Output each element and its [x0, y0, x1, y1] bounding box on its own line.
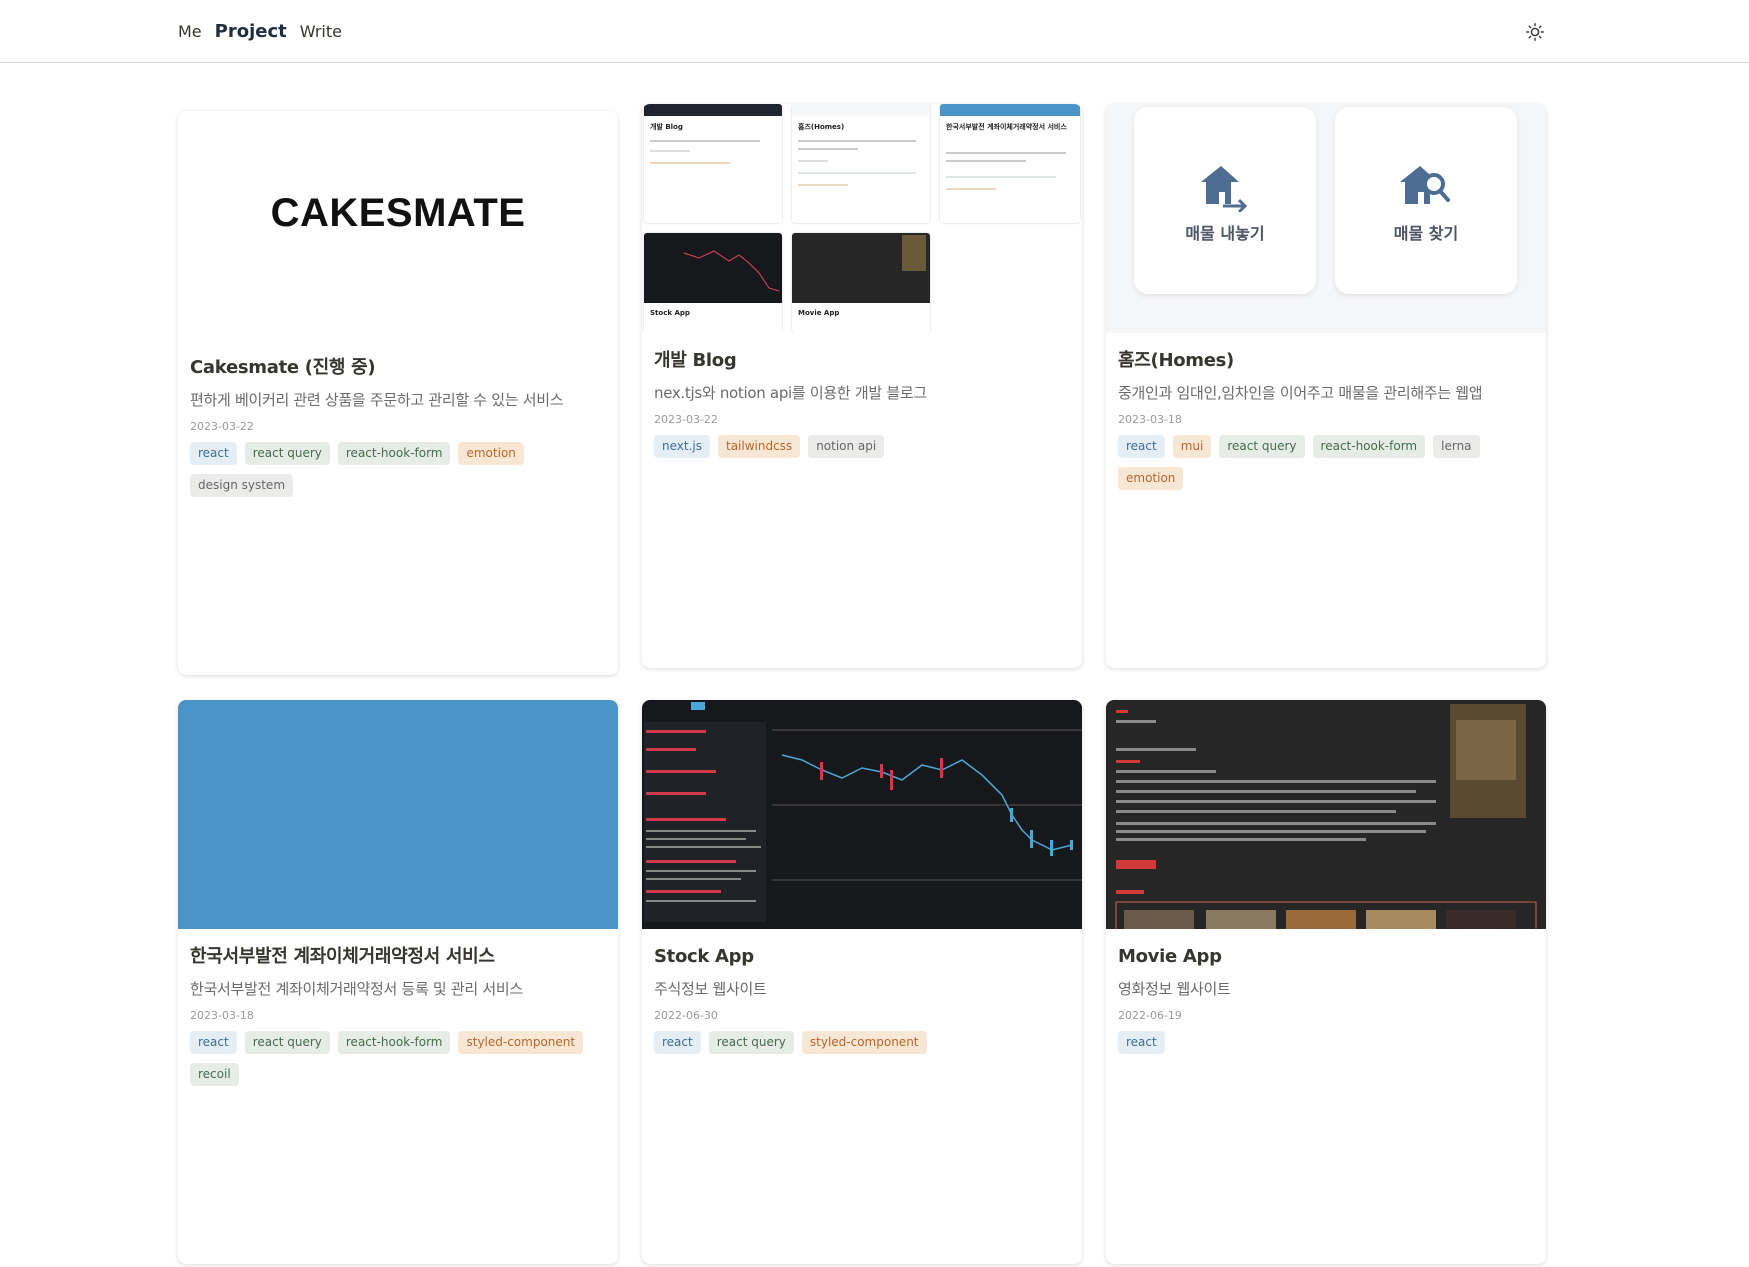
- project-description: nex.tjs와 notion api를 이용한 개발 블로그: [654, 384, 927, 402]
- project-tags: react: [1118, 1031, 1538, 1063]
- project-title[interactable]: Movie App: [1118, 944, 1538, 970]
- collage-card-stock: Stock App: [644, 233, 782, 333]
- project-thumbnail: [178, 700, 618, 929]
- stock-chart-preview: [644, 702, 1082, 922]
- homes-sell-tile: 매물 내놓기: [1134, 107, 1316, 294]
- tag-badge[interactable]: react: [190, 1031, 237, 1054]
- project-thumbnail: [642, 700, 1082, 929]
- project-thumbnail: CAKESMATE: [178, 111, 618, 340]
- project-thumbnail: [1106, 700, 1546, 929]
- tag-badge[interactable]: react query: [708, 1031, 794, 1054]
- collage-card-wp: 한국서부발전 계좌이체거래약정서 서비스: [940, 104, 1080, 223]
- project-tags: react react query styled-component: [654, 1031, 1074, 1063]
- tag-badge[interactable]: react query: [244, 442, 330, 465]
- project-date: 2023-03-22: [190, 420, 254, 433]
- project-card-blog[interactable]: 개발 Blog 홈즈(Homes) 한국서부발전 계좌이체거래약정서 서비스 S…: [642, 104, 1082, 668]
- tag-badge[interactable]: mui: [1172, 435, 1212, 458]
- house-upload-icon: [1201, 166, 1248, 212]
- collage-card-blog: 개발 Blog: [644, 104, 782, 223]
- project-description: 편하게 베이커리 관련 상품을 주문하고 관리할 수 있는 서비스: [190, 391, 564, 409]
- project-description: 영화정보 웹사이트: [1118, 980, 1231, 998]
- project-date: 2022-06-30: [654, 1009, 718, 1022]
- sun-icon[interactable]: [1525, 22, 1545, 42]
- top-nav-bar: Me Project Write: [0, 0, 1749, 63]
- project-card-movie[interactable]: Movie App 영화정보 웹사이트 2022-06-19 react: [1106, 700, 1546, 1264]
- project-title[interactable]: 개발 Blog: [654, 348, 1074, 374]
- project-thumbnail: 개발 Blog 홈즈(Homes) 한국서부발전 계좌이체거래약정서 서비스 S…: [642, 104, 1082, 333]
- tag-badge[interactable]: recoil: [190, 1063, 239, 1086]
- tag-badge[interactable]: emotion: [1118, 467, 1184, 490]
- project-card-body: 홈즈(Homes) 중개인과 임대인,임차인을 이어주고 매물을 관리해주는 웹앱…: [1118, 348, 1538, 499]
- homes-sell-label: 매물 내놓기: [1185, 224, 1265, 243]
- tag-badge[interactable]: react query: [244, 1031, 330, 1054]
- project-title[interactable]: 한국서부발전 계좌이체거래약정서 서비스: [190, 944, 610, 970]
- project-description: 중개인과 임대인,임차인을 이어주고 매물을 관리해주는 웹앱: [1118, 384, 1483, 402]
- tag-badge[interactable]: emotion: [458, 442, 524, 465]
- project-tags: react react query react-hook-form styled-co…: [190, 1031, 610, 1095]
- movie-page-preview: [1115, 704, 1537, 929]
- cakesmate-logo: CAKESMATE: [270, 191, 526, 235]
- project-card-body: Movie App 영화정보 웹사이트 2022-06-19 react: [1118, 944, 1538, 1063]
- tag-badge[interactable]: react-hook-form: [337, 1031, 451, 1054]
- tag-badge[interactable]: react-hook-form: [1312, 435, 1426, 458]
- tag-badge[interactable]: react query: [1219, 435, 1305, 458]
- project-card-stock[interactable]: Stock App 주식정보 웹사이트 2022-06-30 react react q…: [642, 700, 1082, 1264]
- project-card-wp[interactable]: 한국서부발전 계좌이체거래약정서 서비스한국서부발전 계좌이체거래약정서 등록 …: [178, 700, 618, 1264]
- tag-badge[interactable]: next.js: [654, 435, 710, 458]
- project-card-body: 개발 Blog nex.tjs와 notion api를 이용한 개발 블로그 20…: [654, 348, 1074, 467]
- collage-card-movie: Movie App: [792, 233, 930, 333]
- project-title[interactable]: Stock App: [654, 944, 1074, 970]
- tag-badge[interactable]: react: [190, 442, 237, 465]
- nav-link-write[interactable]: Write: [300, 22, 342, 41]
- nav-link-project[interactable]: Project: [215, 21, 287, 42]
- project-card-body: Stock App 주식정보 웹사이트 2022-06-30 react react q…: [654, 944, 1074, 1063]
- project-date: 2023-03-18: [190, 1009, 254, 1022]
- tag-badge[interactable]: react-hook-form: [337, 442, 451, 465]
- tag-badge[interactable]: tailwindcss: [717, 435, 801, 458]
- project-title[interactable]: 홈즈(Homes): [1118, 348, 1538, 374]
- project-date: 2023-03-22: [654, 413, 718, 426]
- homes-find-tile: 매물 찾기: [1335, 107, 1517, 294]
- project-card-cakesmate[interactable]: CAKESMATE Cakesmate (진행 중) 편하게 베이커리 관련 상품…: [178, 111, 618, 675]
- tag-badge[interactable]: styled-component: [458, 1031, 584, 1054]
- project-tags: react react query react-hook-form emotion de…: [190, 442, 610, 506]
- project-card-homes[interactable]: 매물 내놓기 매물 찾기 홈즈(Homes) 중개인과 임대인,임차인을 이어주고…: [1106, 104, 1546, 668]
- tag-badge[interactable]: notion api: [808, 435, 885, 458]
- tag-badge[interactable]: lerna: [1433, 435, 1480, 458]
- project-tags: react mui react query react-hook-form lerna e…: [1118, 435, 1538, 499]
- house-search-icon: [1400, 166, 1450, 204]
- project-title[interactable]: Cakesmate (진행 중): [190, 355, 610, 381]
- project-thumbnail: 매물 내놓기 매물 찾기: [1106, 104, 1546, 333]
- project-date: 2022-06-19: [1118, 1009, 1182, 1022]
- project-description: 주식정보 웹사이트: [654, 980, 767, 998]
- project-tags: next.js tailwindcss notion api: [654, 435, 1074, 467]
- main-nav: Me Project Write: [178, 0, 355, 63]
- tag-badge[interactable]: react: [1118, 435, 1165, 458]
- collage-card-homes: 홈즈(Homes): [792, 104, 930, 223]
- homes-find-label: 매물 찾기: [1393, 224, 1459, 243]
- project-description: 한국서부발전 계좌이체거래약정서 등록 및 관리 서비스: [190, 980, 523, 998]
- project-card-body: 한국서부발전 계좌이체거래약정서 서비스한국서부발전 계좌이체거래약정서 등록 …: [190, 944, 610, 1095]
- tag-badge[interactable]: react: [654, 1031, 701, 1054]
- tag-badge[interactable]: design system: [190, 474, 294, 497]
- tag-badge[interactable]: styled-component: [801, 1031, 927, 1054]
- project-date: 2023-03-18: [1118, 413, 1182, 426]
- nav-link-me[interactable]: Me: [178, 22, 202, 41]
- project-card-body: Cakesmate (진행 중) 편하게 베이커리 관련 상품을 주문하고 관리할…: [190, 355, 610, 506]
- tag-badge[interactable]: react: [1118, 1031, 1165, 1054]
